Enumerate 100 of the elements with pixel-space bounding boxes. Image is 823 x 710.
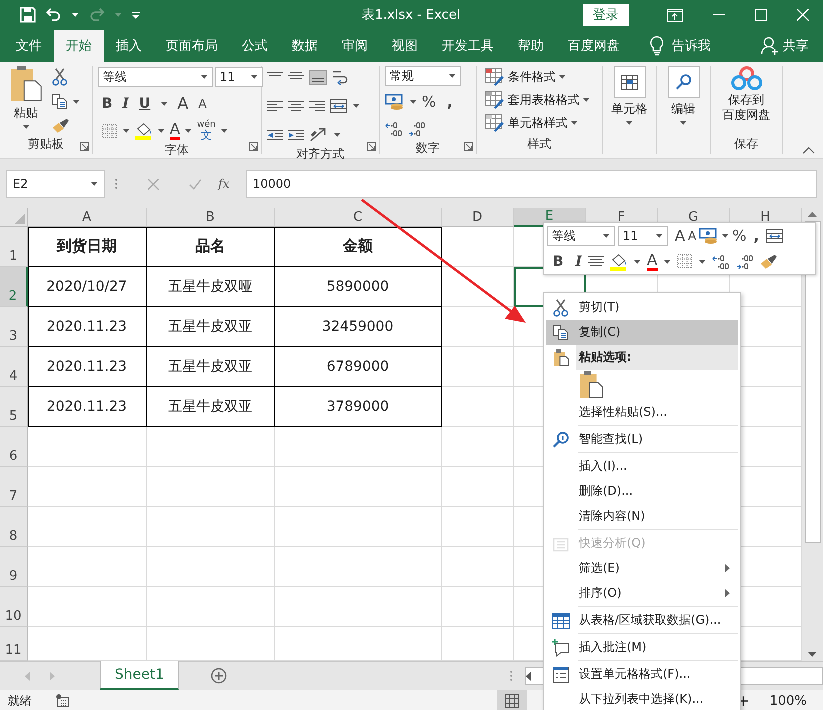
comma-button[interactable]: ,: [441, 94, 453, 110]
caret-icon[interactable]: [664, 260, 670, 264]
comma-button[interactable]: ,: [754, 228, 760, 244]
menu-item[interactable]: 剪切(T): [546, 295, 738, 320]
align-right-icon[interactable]: [309, 100, 325, 112]
fill-bucket-icon[interactable]: [610, 252, 628, 270]
font-size-dropdown[interactable]: 11: [618, 226, 668, 246]
ribbon-tab[interactable]: 审阅: [330, 30, 380, 62]
caret-icon[interactable]: [656, 234, 663, 238]
ribbon-tab[interactable]: 帮助: [506, 30, 556, 62]
align-left-icon[interactable]: [267, 100, 283, 112]
ribbon-tab[interactable]: 页面布局: [154, 30, 230, 62]
align-center-icon[interactable]: [288, 100, 304, 112]
caret-icon[interactable]: [680, 121, 687, 125]
dialog-launcher-icon[interactable]: [249, 142, 258, 151]
grow-font-button[interactable]: A: [675, 228, 686, 244]
save-icon[interactable]: [20, 7, 36, 23]
column-header[interactable]: A: [28, 208, 147, 227]
tell-me-link[interactable]: 告诉我: [672, 37, 711, 55]
font-size-dropdown[interactable]: 11: [215, 67, 263, 87]
scroll-left-icon[interactable]: [526, 672, 531, 680]
name-box[interactable]: E2: [6, 170, 105, 198]
maximize-icon[interactable]: [755, 9, 767, 21]
cells-button[interactable]: 单元格: [612, 101, 648, 118]
caret-icon[interactable]: [603, 234, 610, 238]
font-name-dropdown[interactable]: 等线: [98, 67, 213, 87]
save-to-cloud-button[interactable]: 保存到 百度网盘: [722, 93, 770, 123]
lightbulb-icon[interactable]: [650, 36, 664, 56]
phonetic-button[interactable]: wén 文: [197, 121, 216, 141]
clipboard-icon[interactable]: [10, 66, 42, 102]
styles-menu-button[interactable]: 套用表格格式: [508, 92, 580, 108]
copy-icon[interactable]: [52, 94, 68, 110]
checkmark-icon[interactable]: [189, 178, 202, 190]
underline-button[interactable]: U: [139, 97, 151, 111]
row-header[interactable]: 4: [0, 347, 28, 387]
macro-record-icon[interactable]: [56, 694, 70, 708]
login-button[interactable]: 登录: [583, 4, 629, 26]
fill-bucket-icon[interactable]: [135, 122, 153, 140]
row-header[interactable]: 7: [0, 467, 28, 507]
paste-option-icon[interactable]: [579, 371, 603, 399]
ribbon-tab[interactable]: 插入: [104, 30, 154, 62]
font-color-button[interactable]: A: [647, 252, 658, 270]
paste-button[interactable]: 粘贴: [14, 105, 38, 122]
table-style-icon[interactable]: [485, 91, 505, 109]
number-format-dropdown[interactable]: 常规: [385, 66, 461, 86]
row-header[interactable]: 2: [0, 267, 28, 307]
percent-button[interactable]: %: [732, 228, 747, 244]
cloud-logo-icon[interactable]: [730, 66, 764, 92]
caret-icon[interactable]: [626, 121, 633, 125]
currency-icon[interactable]: [699, 228, 720, 244]
column-header[interactable]: B: [147, 208, 275, 227]
ribbon-tab[interactable]: 开始: [54, 30, 104, 62]
bold-button[interactable]: B: [553, 254, 564, 268]
increase-decimal-icon[interactable]: [385, 121, 403, 137]
ribbon-tab[interactable]: 公式: [230, 30, 280, 62]
formula-input[interactable]: 10000: [246, 170, 817, 198]
caret-icon[interactable]: [571, 121, 578, 125]
scissors-icon[interactable]: [52, 68, 68, 86]
sheet-tab[interactable]: Sheet1: [100, 661, 180, 690]
share-button[interactable]: 共享: [783, 37, 809, 55]
increase-decimal-icon[interactable]: [712, 254, 730, 270]
insert-function-button[interactable]: fx: [212, 177, 236, 191]
collapse-ribbon-icon[interactable]: [803, 147, 815, 154]
styles-menu-button[interactable]: 条件格式: [508, 68, 556, 86]
table-style-icon[interactable]: [485, 68, 505, 86]
menu-item[interactable]: 清除内容(N): [546, 504, 738, 529]
person-icon[interactable]: [761, 37, 779, 55]
ribbon-tab[interactable]: 百度网盘: [556, 30, 632, 62]
caret-icon[interactable]: [123, 129, 130, 133]
decrease-decimal-icon[interactable]: [408, 121, 426, 137]
ribbon-tab[interactable]: 视图: [380, 30, 430, 62]
merge-cells-icon[interactable]: [330, 98, 348, 114]
caret-icon[interactable]: [91, 182, 98, 186]
minimize-icon[interactable]: [713, 14, 725, 16]
caret-icon[interactable]: [449, 74, 456, 78]
search-icon[interactable]: [676, 74, 692, 90]
decrease-indent-icon[interactable]: [267, 128, 283, 142]
scroll-up-icon[interactable]: [808, 212, 817, 217]
caret-icon[interactable]: [201, 75, 208, 79]
menu-item[interactable]: 选择性粘贴(S)...: [546, 400, 738, 425]
styles-menu-button[interactable]: 单元格样式: [508, 114, 568, 132]
paintbrush-icon[interactable]: [760, 254, 778, 270]
caret-icon[interactable]: [220, 129, 228, 133]
ribbon-tab[interactable]: 文件: [4, 30, 54, 62]
smart-lookup-icon[interactable]: [553, 432, 569, 448]
caret-icon[interactable]: [22, 125, 30, 129]
increase-indent-icon[interactable]: [288, 128, 304, 142]
menu-item[interactable]: 排序(O): [546, 581, 738, 606]
caret-icon[interactable]: [334, 133, 341, 137]
dialog-launcher-icon[interactable]: [464, 142, 473, 151]
undo-icon[interactable]: [46, 8, 62, 22]
row-header[interactable]: 5: [0, 387, 28, 427]
zoom-level[interactable]: 100%: [770, 690, 807, 710]
caret-icon[interactable]: [698, 260, 706, 264]
menu-item[interactable]: 删除(D)...: [546, 479, 738, 504]
percent-button[interactable]: %: [422, 94, 436, 110]
row-header[interactable]: 3: [0, 307, 28, 347]
italic-button[interactable]: I: [122, 97, 130, 111]
decrease-decimal-icon[interactable]: [736, 254, 754, 270]
scissors-icon[interactable]: [553, 298, 569, 316]
